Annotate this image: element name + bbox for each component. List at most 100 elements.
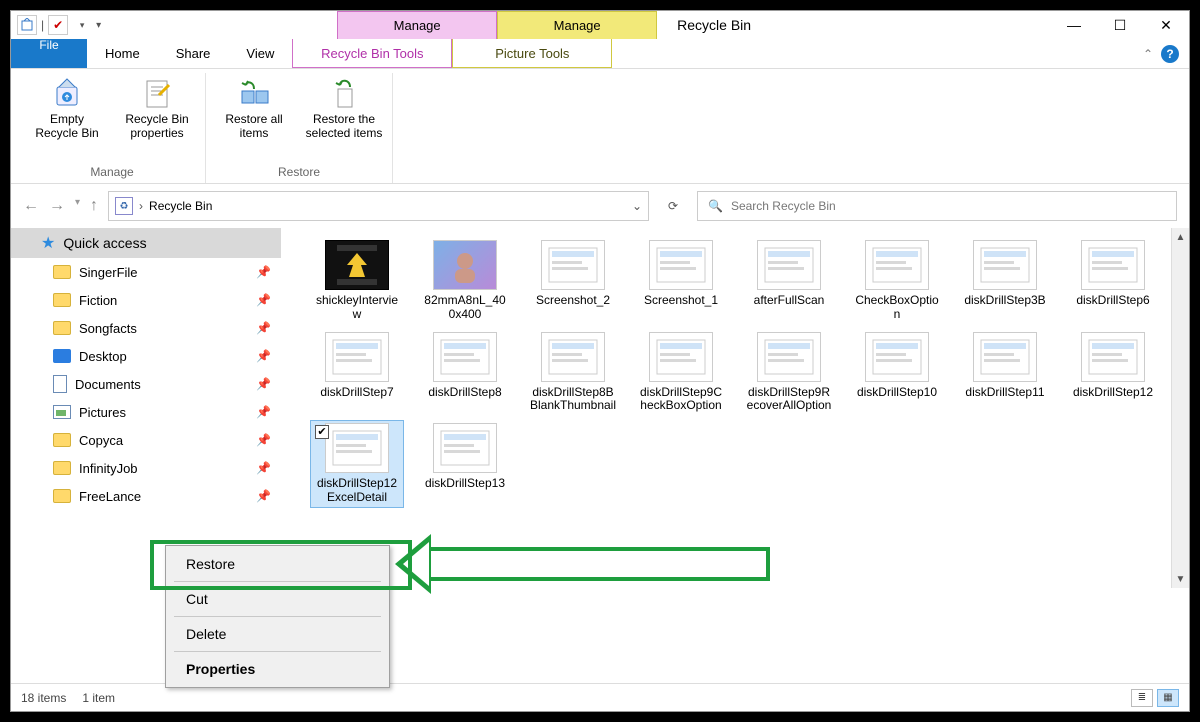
sidebar-item-singerfile[interactable]: SingerFile 📌 xyxy=(11,258,281,286)
close-button[interactable]: ✕ xyxy=(1143,11,1189,39)
file-label: diskDrillStep10 xyxy=(857,386,937,400)
properties-icon xyxy=(137,73,177,113)
file-item[interactable]: diskDrillStep9RecoverAllOption xyxy=(743,330,835,416)
ribbon-group-manage: Empty Recycle Bin Recycle Bin properties… xyxy=(19,73,206,183)
ctx-cut[interactable]: Cut xyxy=(166,585,389,613)
sidebar-item-songfacts[interactable]: Songfacts 📌 xyxy=(11,314,281,342)
file-item[interactable]: Screenshot_1 xyxy=(635,238,727,324)
tab-picture-tools[interactable]: Picture Tools xyxy=(452,39,612,68)
sidebar-item-desktop[interactable]: Desktop 📌 xyxy=(11,342,281,370)
file-thumbnail xyxy=(865,332,929,382)
restore-all-items-button[interactable]: Restore all items xyxy=(214,73,294,141)
breadcrumb-location[interactable]: Recycle Bin xyxy=(149,199,212,213)
qat-checkbox-icon[interactable]: ✔ xyxy=(48,15,68,35)
scroll-down-icon[interactable]: ▼ xyxy=(1172,570,1189,588)
sidebar-item-copyca[interactable]: Copyca 📌 xyxy=(11,426,281,454)
pin-icon: 📌 xyxy=(256,321,271,335)
sidebar-item-pictures[interactable]: Pictures 📌 xyxy=(11,398,281,426)
file-thumbnail xyxy=(1081,240,1145,290)
search-placeholder: Search Recycle Bin xyxy=(731,199,836,213)
file-thumbnail xyxy=(1081,332,1145,382)
scroll-up-icon[interactable]: ▲ xyxy=(1172,228,1189,246)
file-item[interactable]: diskDrillStep12 xyxy=(1067,330,1159,416)
file-item[interactable]: afterFullScan xyxy=(743,238,835,324)
ctx-restore[interactable]: Restore xyxy=(166,550,389,578)
status-total-items: 18 items xyxy=(21,691,66,705)
nav-history-dropdown[interactable]: ▾ xyxy=(75,197,80,215)
tab-share[interactable]: Share xyxy=(158,39,229,68)
nav-back-button[interactable]: ← xyxy=(23,197,39,215)
sidebar-quick-access[interactable]: ★ Quick access xyxy=(11,228,281,258)
search-input[interactable]: 🔍 Search Recycle Bin xyxy=(697,191,1177,221)
maximize-button[interactable]: ☐ xyxy=(1097,11,1143,39)
file-item[interactable]: CheckBoxOption xyxy=(851,238,943,324)
context-tab-picture[interactable]: Manage xyxy=(497,11,657,39)
tab-view[interactable]: View xyxy=(228,39,292,68)
file-item[interactable]: diskDrillStep3B xyxy=(959,238,1051,324)
folder-icon xyxy=(53,461,71,475)
sidebar-item-infinityjob[interactable]: InfinityJob 📌 xyxy=(11,454,281,482)
file-item[interactable]: diskDrillStep7 xyxy=(311,330,403,416)
sidebar-item-documents[interactable]: Documents 📌 xyxy=(11,370,281,398)
address-bar[interactable]: ♻ › Recycle Bin ⌄ xyxy=(108,191,649,221)
nav-forward-button[interactable]: → xyxy=(49,197,65,215)
refresh-button[interactable]: ⟳ xyxy=(659,191,687,221)
file-item[interactable]: shickleyInterview xyxy=(311,238,403,324)
restore-selected-items-button[interactable]: Restore the selected items xyxy=(304,73,384,141)
qat-dropdown[interactable]: ▾ xyxy=(72,15,92,35)
file-item[interactable]: 82mmA8nL_400x400 xyxy=(419,238,511,324)
separator xyxy=(174,616,381,617)
tab-recycle-bin-tools[interactable]: Recycle Bin Tools xyxy=(292,39,452,68)
file-label: CheckBoxOption xyxy=(853,294,941,322)
pin-icon: 📌 xyxy=(256,293,271,307)
pin-icon: 📌 xyxy=(256,433,271,447)
view-details-button[interactable]: ≣ xyxy=(1131,689,1153,707)
file-label: diskDrillStep7 xyxy=(320,386,393,400)
help-icon[interactable]: ? xyxy=(1161,45,1179,63)
file-item[interactable]: ✔diskDrillStep12ExcelDetail xyxy=(311,421,403,507)
file-thumbnail xyxy=(757,240,821,290)
file-label: diskDrillStep6 xyxy=(1076,294,1149,308)
checkbox-icon[interactable]: ✔ xyxy=(315,425,329,439)
context-tab-recyclebin[interactable]: Manage xyxy=(337,11,497,39)
label: Songfacts xyxy=(79,321,137,336)
label: Fiction xyxy=(79,293,117,308)
file-item[interactable]: diskDrillStep9CheckBoxOption xyxy=(635,330,727,416)
ribbon: Empty Recycle Bin Recycle Bin properties… xyxy=(11,69,1189,184)
file-item[interactable]: diskDrillStep10 xyxy=(851,330,943,416)
file-thumbnail xyxy=(757,332,821,382)
address-dropdown-icon[interactable]: ⌄ xyxy=(632,199,642,213)
ctx-properties[interactable]: Properties xyxy=(166,655,389,683)
label: Empty Recycle Bin xyxy=(27,113,107,141)
file-thumbnail xyxy=(541,332,605,382)
view-large-icons-button[interactable]: ▦ xyxy=(1157,689,1179,707)
file-item[interactable]: diskDrillStep13 xyxy=(419,421,511,507)
label: Pictures xyxy=(79,405,126,420)
file-thumbnail xyxy=(541,240,605,290)
ribbon-tab-row: File Home Share View Recycle Bin Tools P… xyxy=(11,39,1189,69)
tab-home[interactable]: Home xyxy=(87,39,158,68)
scrollbar[interactable]: ▲ ▼ xyxy=(1171,228,1189,588)
collapse-ribbon-icon[interactable]: ⌃ xyxy=(1143,47,1153,61)
ctx-delete[interactable]: Delete xyxy=(166,620,389,648)
file-item[interactable]: diskDrillStep6 xyxy=(1067,238,1159,324)
minimize-button[interactable]: — xyxy=(1051,11,1097,39)
status-selected-items: 1 item xyxy=(82,691,115,705)
recycle-bin-properties-button[interactable]: Recycle Bin properties xyxy=(117,73,197,141)
chevron-right-icon: › xyxy=(139,199,143,213)
sidebar-item-freelance[interactable]: FreeLance 📌 xyxy=(11,482,281,510)
file-label: diskDrillStep3B xyxy=(964,294,1045,308)
file-label: Screenshot_1 xyxy=(644,294,718,308)
file-item[interactable]: Screenshot_2 xyxy=(527,238,619,324)
qat-overflow[interactable]: ▾ xyxy=(96,20,101,31)
file-item[interactable]: diskDrillStep11 xyxy=(959,330,1051,416)
file-pane[interactable]: ▲ ▼ shickleyInterview82mmA8nL_400x400Scr… xyxy=(281,228,1189,683)
file-item[interactable]: diskDrillStep8BBlankThumbnail xyxy=(527,330,619,416)
empty-recycle-bin-button[interactable]: Empty Recycle Bin xyxy=(27,73,107,141)
sidebar-item-fiction[interactable]: Fiction 📌 xyxy=(11,286,281,314)
star-icon: ★ xyxy=(41,233,55,253)
file-item[interactable]: diskDrillStep8 xyxy=(419,330,511,416)
context-menu: Restore Cut Delete Properties xyxy=(165,545,390,688)
tab-file[interactable]: File xyxy=(11,39,87,68)
nav-up-button[interactable]: ↑ xyxy=(90,197,98,215)
